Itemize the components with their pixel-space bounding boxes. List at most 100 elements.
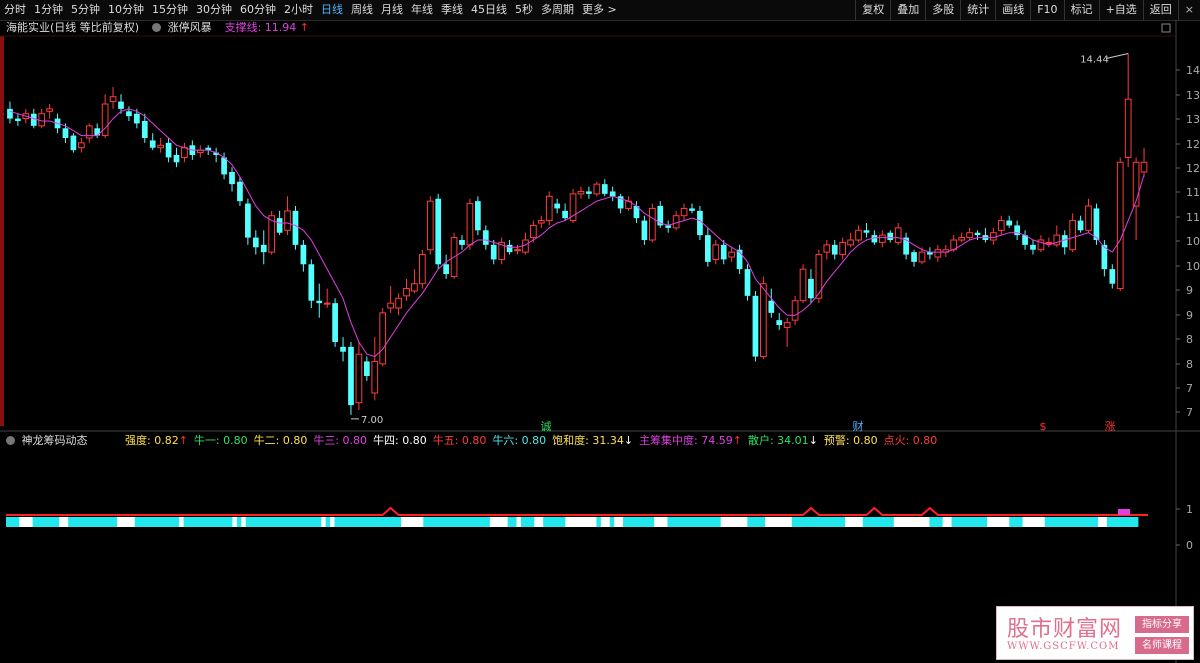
chip-bar bbox=[205, 517, 211, 527]
chip-bar bbox=[720, 517, 726, 527]
candle bbox=[411, 269, 418, 294]
watermark-tag-share[interactable]: 指标分享 bbox=[1135, 616, 1189, 633]
chip-bar bbox=[734, 517, 739, 527]
candle bbox=[728, 247, 736, 262]
price-tick-label: 8 bbox=[1186, 333, 1193, 346]
signal-marker[interactable]: 财 bbox=[853, 419, 864, 433]
chip-bar bbox=[543, 517, 548, 527]
chip-bar bbox=[201, 517, 207, 527]
chip-bar bbox=[840, 517, 846, 527]
chip-bar bbox=[995, 517, 1001, 527]
signal-marker[interactable]: 涨 bbox=[1105, 420, 1116, 433]
candle bbox=[165, 138, 172, 163]
chip-bar bbox=[1120, 517, 1126, 527]
candle-body bbox=[641, 220, 648, 240]
chip-bar bbox=[818, 517, 824, 527]
candle-body bbox=[1109, 269, 1116, 284]
candle bbox=[340, 337, 346, 362]
chip-bar bbox=[1044, 517, 1050, 527]
candle-body bbox=[808, 278, 814, 299]
candle-body bbox=[157, 144, 165, 149]
chip-bar bbox=[170, 517, 176, 527]
price-tick-label: 13 bbox=[1186, 89, 1200, 102]
candle bbox=[348, 342, 354, 415]
price-tick-label: 12 bbox=[1186, 162, 1200, 175]
chip-bar bbox=[1000, 517, 1006, 527]
candle bbox=[545, 191, 553, 226]
chip-bar bbox=[352, 517, 358, 527]
chip-bar bbox=[356, 517, 362, 527]
watermark-tag-course[interactable]: 名师课程 bbox=[1135, 637, 1189, 654]
chip-bar bbox=[1102, 517, 1108, 527]
chip-bar bbox=[716, 517, 722, 527]
chip-bar bbox=[290, 517, 295, 527]
chip-bar bbox=[183, 517, 189, 527]
candle-body bbox=[371, 360, 379, 394]
candle bbox=[665, 220, 672, 233]
chip-bar bbox=[640, 517, 646, 527]
candle bbox=[783, 317, 791, 347]
chip-bar bbox=[871, 517, 877, 527]
panel-toggle-icon[interactable] bbox=[1161, 23, 1171, 33]
chip-bar bbox=[1084, 517, 1090, 527]
candle bbox=[1093, 203, 1100, 245]
chip-bar bbox=[272, 517, 278, 527]
chip-bar bbox=[1009, 517, 1015, 527]
candle bbox=[934, 244, 942, 262]
candle-body bbox=[411, 283, 418, 292]
candle bbox=[85, 123, 93, 143]
chip-bar bbox=[241, 517, 247, 527]
chip-bar bbox=[59, 517, 65, 527]
candle-body bbox=[1116, 161, 1124, 290]
chip-bar bbox=[849, 517, 855, 527]
candle-body bbox=[1085, 205, 1092, 231]
chip-bar bbox=[831, 517, 837, 527]
chip-bar bbox=[139, 517, 145, 527]
chip-bar bbox=[791, 517, 797, 527]
chip-bar bbox=[54, 517, 60, 527]
chip-bar bbox=[694, 517, 699, 527]
candle bbox=[1116, 157, 1124, 291]
candle-body bbox=[871, 235, 878, 243]
candle-body bbox=[863, 230, 870, 233]
chip-bar bbox=[884, 517, 890, 527]
chip-bar bbox=[489, 517, 495, 527]
candle bbox=[292, 206, 299, 250]
chip-bar bbox=[125, 517, 131, 527]
chip-bar bbox=[587, 517, 593, 527]
chip-bar bbox=[85, 517, 91, 527]
candle bbox=[355, 342, 363, 410]
chip-bar bbox=[347, 517, 353, 527]
chip-bar bbox=[361, 517, 366, 527]
candle-body bbox=[252, 237, 259, 248]
signal-marker[interactable]: 诚 bbox=[541, 420, 552, 433]
high-price-label: 14.44 bbox=[1080, 54, 1109, 65]
candle-body bbox=[237, 181, 243, 202]
candle bbox=[498, 237, 506, 265]
candle bbox=[466, 198, 474, 250]
candle-body bbox=[593, 183, 601, 195]
candle-body bbox=[839, 241, 847, 256]
candle-body bbox=[974, 232, 981, 236]
chip-bar bbox=[609, 517, 615, 527]
candle-body bbox=[855, 229, 862, 241]
site-watermark[interactable]: 股市财富网 WWW.GSCFW.COM 指标分享 名师课程 bbox=[996, 606, 1194, 660]
chip-bar bbox=[627, 517, 633, 527]
candle-body bbox=[85, 125, 93, 139]
candle bbox=[1030, 240, 1036, 255]
stock-chart[interactable]: 141313121211111010998877 14.447.00 诚财 $ 涨 1… bbox=[0, 0, 1200, 663]
candle bbox=[966, 227, 973, 240]
chip-bar bbox=[596, 517, 602, 527]
chip-bar bbox=[1022, 517, 1028, 527]
chip-bar bbox=[196, 517, 202, 527]
candle bbox=[577, 186, 585, 199]
candle bbox=[435, 193, 442, 270]
candle bbox=[1022, 230, 1028, 250]
candle bbox=[1014, 220, 1021, 240]
chip-bar bbox=[654, 517, 659, 527]
signal-marker[interactable]: $ bbox=[1040, 420, 1047, 433]
candle bbox=[268, 210, 276, 255]
candle-body bbox=[815, 254, 823, 299]
chip-bar bbox=[116, 517, 122, 527]
candle-body bbox=[276, 218, 283, 233]
